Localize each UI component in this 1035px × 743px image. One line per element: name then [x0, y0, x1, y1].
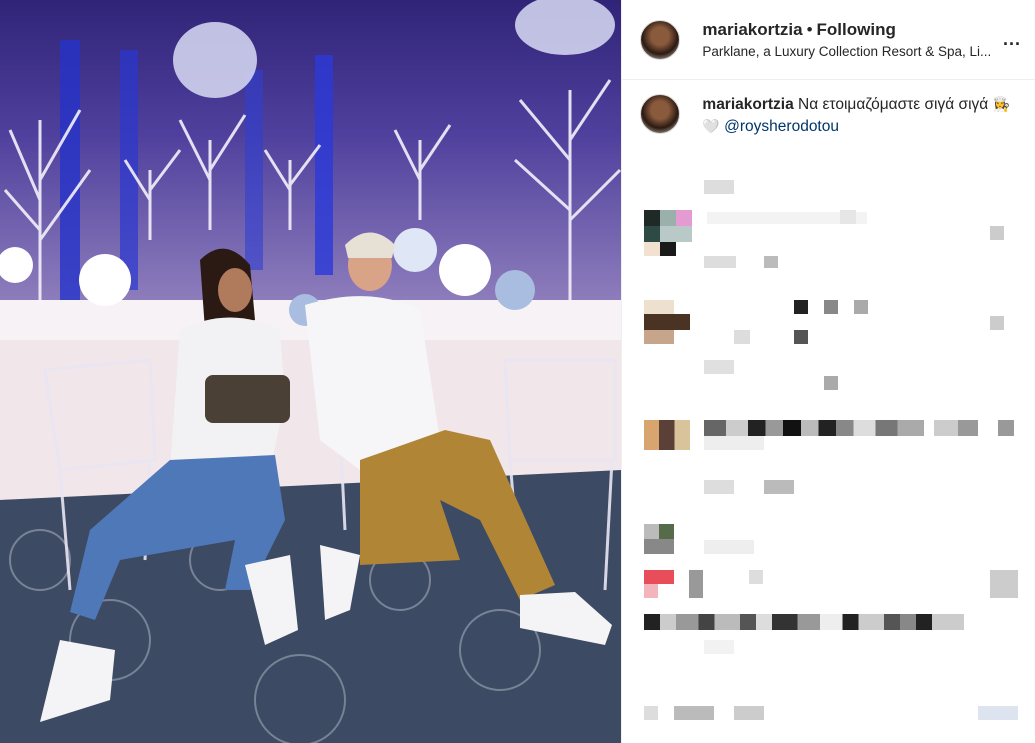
instagram-post: mariakortzia • Following Parklane, a Luxur…	[0, 0, 1035, 743]
location-link[interactable]: Parklane, a Luxury Collection Resort & S…	[702, 44, 995, 59]
caption-avatar[interactable]	[640, 94, 681, 134]
post-sidebar: mariakortzia • Following Parklane, a Luxur…	[621, 0, 1035, 743]
more-options-icon[interactable]: ...	[1003, 29, 1021, 50]
caption-body: Να ετοιμαζόμαστε σιγά σιγά	[798, 96, 989, 113]
header-info: mariakortzia • Following Parklane, a Luxur…	[702, 20, 995, 59]
caption-text: mariakortzia Να ετοιμαζόμαστε σιγά σιγά …	[702, 94, 1021, 138]
mention-link[interactable]: @roysherodotou	[724, 118, 839, 135]
avatar[interactable]	[640, 19, 681, 60]
post-photo[interactable]	[0, 0, 622, 743]
caption: mariakortzia Να ετοιμαζόμαστε σιγά σιγά …	[622, 80, 1035, 138]
separator-dot: •	[806, 20, 813, 39]
event-photo-illustration	[0, 0, 622, 743]
header-line: mariakortzia • Following	[702, 20, 995, 40]
username-link[interactable]: mariakortzia	[702, 20, 802, 39]
following-button[interactable]: Following	[817, 20, 896, 39]
caption-username[interactable]: mariakortzia	[702, 96, 793, 113]
post-header: mariakortzia • Following Parklane, a Luxur…	[622, 0, 1035, 80]
